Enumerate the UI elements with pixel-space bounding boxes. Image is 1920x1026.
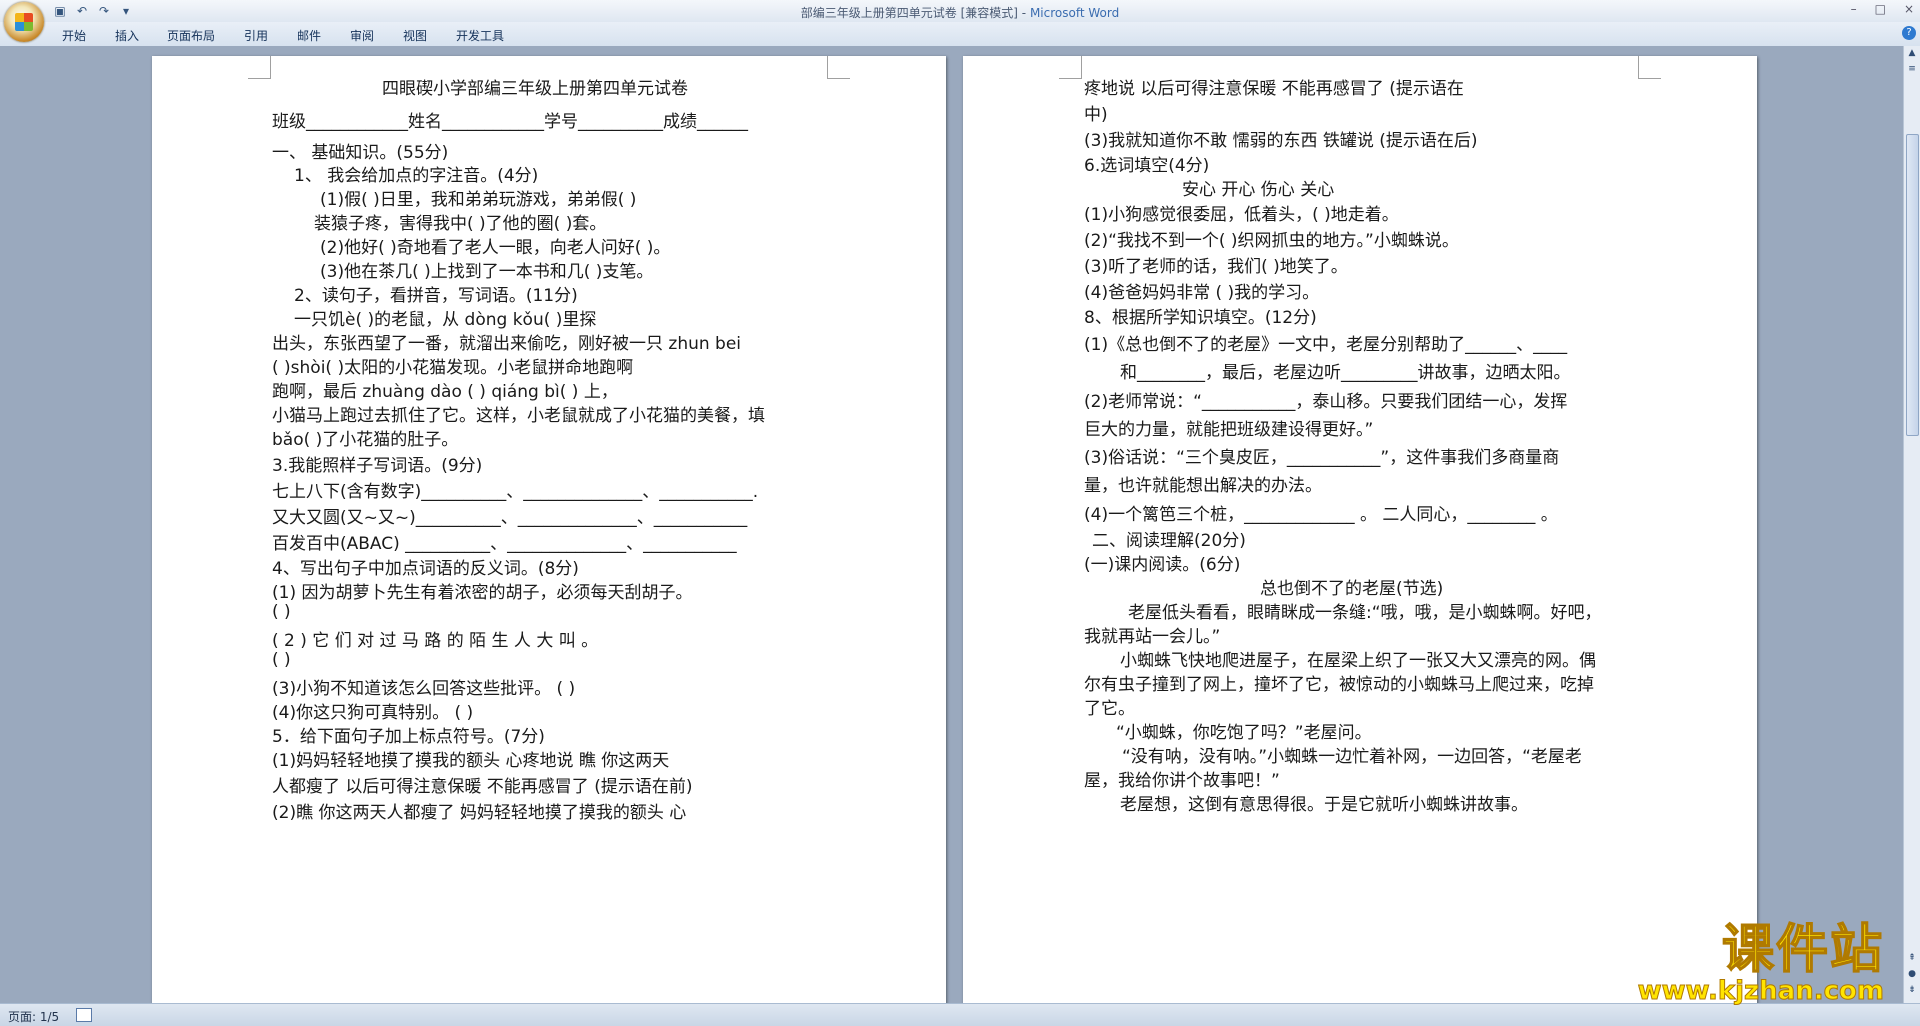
tab-references[interactable]: 引用 bbox=[244, 27, 268, 44]
crop-mark bbox=[827, 56, 850, 79]
tab-review[interactable]: 审阅 bbox=[350, 27, 374, 44]
text-line: (1)《总也倒不了的老屋》一文中，老屋分别帮助了______、____ bbox=[1084, 335, 1568, 355]
text-line: ( )shòi( )太阳的小花猫发现。小老鼠拼命地跑啊 bbox=[272, 358, 634, 378]
word-choices: 安心 开心 伤心 关心 bbox=[1182, 180, 1335, 200]
prev-page-icon[interactable]: ⇞ bbox=[1905, 951, 1919, 965]
tab-view[interactable]: 视图 bbox=[403, 27, 427, 44]
text-line: (1)小狗感觉很委屈，低着头，( )地走着。 bbox=[1084, 205, 1399, 225]
question-heading: 4、写出句子中加点词语的反义词。(8分) bbox=[272, 559, 579, 579]
text-line: (3)我就知道你不敢 懦弱的东西 铁罐说 (提示语在后) bbox=[1084, 131, 1478, 151]
question-heading: 2、读句子，看拼音，写词语。(11分) bbox=[294, 286, 578, 306]
text-line: 人都瘦了 以后可得注意保暖 不能再感冒了 (提示语在前) bbox=[272, 777, 693, 797]
passage-line: “小蜘蛛，你吃饱了吗？”老屋问。 bbox=[1116, 723, 1372, 743]
text-line: (3)他在茶几( )上找到了一本书和几( )支笔。 bbox=[320, 262, 654, 282]
crop-mark bbox=[1638, 56, 1661, 79]
text-line: 出头，东张西望了一番，就溜出来偷吃，刚好被一只 zhun bei bbox=[272, 334, 742, 354]
text-line: 班级____________姓名____________学号__________… bbox=[272, 112, 748, 132]
text-line: 中) bbox=[1084, 105, 1108, 125]
page-1: 四眼碶小学部编三年级上册第四单元试卷 班级____________姓名_____… bbox=[152, 56, 946, 1003]
text-line: 跑啊，最后 zhuàng dào ( ) qiáng bì( ) 上， bbox=[272, 382, 618, 402]
tab-developer[interactable]: 开发工具 bbox=[456, 27, 504, 44]
text-line: 七上八下(含有数字)__________、______________、____… bbox=[272, 482, 759, 502]
text-line: 小猫马上跑过去抓住了它。这样，小老鼠就成了小花猫的美餐，填 bbox=[272, 406, 765, 426]
text-line: (1)假( )日里，我和弟弟玩游戏，弟弟假( ) bbox=[320, 190, 637, 210]
passage-line: 老屋低头看看，眼睛眯成一条缝:“哦，哦，是小蜘蛛啊。好吧， bbox=[1128, 603, 1602, 623]
passage-line: 屋，我给你讲个故事吧！” bbox=[1084, 771, 1280, 791]
title-bar: ▣ ↶ ↷ ▾ 部编三年级上册第四单元试卷 [兼容模式] - Microsoft… bbox=[0, 0, 1920, 23]
ruler-toggle-icon[interactable]: ≡ bbox=[1905, 62, 1919, 76]
text-line: (3)听了老师的话，我们( )地笑了。 bbox=[1084, 257, 1348, 277]
document-area: 四眼碶小学部编三年级上册第四单元试卷 班级____________姓名_____… bbox=[0, 46, 1904, 1003]
page-indicator[interactable]: 页面: 1/5 bbox=[8, 1008, 59, 1025]
crop-mark bbox=[248, 56, 271, 79]
status-bar: 页面: 1/5 bbox=[0, 1003, 1920, 1026]
text-line: (4)爸爸妈妈非常 ( )我的学习。 bbox=[1084, 283, 1320, 303]
tab-insert[interactable]: 插入 bbox=[115, 27, 139, 44]
text-line: 和________，最后，老屋边听_________讲故事，边晒太阳。 bbox=[1120, 363, 1571, 383]
app-name: Microsoft Word bbox=[1029, 6, 1120, 20]
proofing-icon[interactable] bbox=[76, 1008, 92, 1022]
tab-mailings[interactable]: 邮件 bbox=[297, 27, 321, 44]
page-2: 疼地说 以后可得注意保暖 不能再感冒了 (提示语在 中) (3)我就知道你不敢 … bbox=[963, 56, 1757, 1003]
tab-home[interactable]: 开始 bbox=[62, 27, 86, 44]
watermark-text: 课件站 bbox=[1721, 920, 1884, 980]
section-heading: 一、 基础知识。(55分) bbox=[272, 143, 449, 163]
question-heading: 6.选词填空(4分) bbox=[1084, 156, 1210, 176]
text-line: 量，也许就能想出解决的办法。 bbox=[1084, 476, 1322, 496]
passage-line: 我就再站一会儿。” bbox=[1084, 627, 1221, 647]
tab-page-layout[interactable]: 页面布局 bbox=[167, 27, 215, 44]
text-line: (4)你这只狗可真特别。 ( ) bbox=[272, 703, 474, 723]
office-logo-icon bbox=[15, 13, 33, 31]
exam-title: 四眼碶小学部编三年级上册第四单元试卷 bbox=[382, 79, 688, 99]
text-line: 一只饥è( )的老鼠，从 dòng kǒu( )里探 bbox=[294, 310, 597, 330]
text-line: ( 2 ) 它 们 对 过 马 路 的 陌 生 人 大 叫 。 bbox=[272, 631, 599, 651]
text-line: (2)他好( )奇地看了老人一眼，向老人问好( )。 bbox=[320, 238, 671, 258]
text-line: (2)“我找不到一个( )织网抓虫的地方。”小蜘蛛说。 bbox=[1084, 231, 1459, 251]
subsection-heading: (一)课内阅读。(6分) bbox=[1084, 555, 1241, 575]
scroll-up-icon[interactable]: ▲ bbox=[1905, 46, 1919, 60]
text-line: (2)老师常说：“___________，泰山移。只要我们团结一心，发挥 bbox=[1084, 392, 1568, 412]
question-heading: 8、根据所学知识填空。(12分) bbox=[1084, 308, 1317, 328]
text-line: 百发百中(ABAC) __________、______________、___… bbox=[272, 534, 737, 554]
vertical-scrollbar[interactable]: ▲ ≡ ⇞ ● ⇟ bbox=[1903, 46, 1920, 1003]
question-heading: 3.我能照样子写词语。(9分) bbox=[272, 456, 483, 476]
maximize-button[interactable]: □ bbox=[1875, 2, 1886, 16]
question-heading: 1、 我会给加点的字注音。(4分) bbox=[294, 166, 539, 186]
passage-line: 小蜘蛛飞快地爬进屋子，在屋梁上织了一张又大又漂亮的网。偶 bbox=[1120, 651, 1596, 671]
passage-line: 了它。 bbox=[1084, 699, 1135, 719]
help-icon[interactable]: ? bbox=[1902, 26, 1916, 40]
section-heading: 二、阅读理解(20分) bbox=[1092, 531, 1246, 551]
text-line: (2)瞧 你这两天人都瘦了 妈妈轻轻地摸了摸我的额头 心 bbox=[272, 803, 687, 823]
close-button[interactable]: × bbox=[1904, 2, 1914, 16]
window-title: 部编三年级上册第四单元试卷 [兼容模式] - Microsoft Word bbox=[800, 6, 1120, 20]
watermark-url: www.kjzhan.com bbox=[1637, 976, 1884, 1006]
text-line: (1) 因为胡萝卜先生有着浓密的胡子，必须每天刮胡子。 bbox=[272, 583, 693, 603]
text-line: (3)俗话说：“三个臭皮匠，___________”，这件事我们多商量商 bbox=[1084, 448, 1560, 468]
text-line: ( ) bbox=[272, 650, 291, 670]
scroll-thumb[interactable] bbox=[1906, 134, 1919, 436]
passage-title: 总也倒不了的老屋(节选) bbox=[1260, 579, 1444, 599]
office-button[interactable] bbox=[4, 2, 44, 42]
text-line: bǎo( )了小花猫的肚子。 bbox=[272, 430, 459, 450]
minimize-button[interactable]: – bbox=[1851, 2, 1857, 16]
next-page-icon[interactable]: ⇟ bbox=[1905, 983, 1919, 997]
text-line: 装猿子疼，害得我中( )了他的圈( )套。 bbox=[314, 214, 607, 234]
text-line: (1)妈妈轻轻地摸了摸我的额头 心疼地说 瞧 你这两天 bbox=[272, 751, 670, 771]
crop-mark bbox=[1059, 56, 1082, 79]
passage-line: 老屋想，这倒有意思得很。于是它就听小蜘蛛讲故事。 bbox=[1120, 795, 1528, 815]
question-heading: 5．给下面句子加上标点符号。(7分) bbox=[272, 727, 545, 747]
text-line: ( ) bbox=[272, 602, 291, 622]
passage-line: 尔有虫子撞到了网上，撞坏了它，被惊动的小蜘蛛马上爬过来，吃掉 bbox=[1084, 675, 1594, 695]
text-line: (4)一个篱笆三个桩，_____________ 。 二人同心，________… bbox=[1084, 505, 1558, 525]
watermark-logo: 课件站 www.kjzhan.com bbox=[1637, 920, 1884, 1006]
browse-object-icon[interactable]: ● bbox=[1905, 967, 1919, 981]
text-line: 巨大的力量，就能把班级建设得更好。” bbox=[1084, 420, 1374, 440]
document-title: 部编三年级上册第四单元试卷 [兼容模式] bbox=[800, 6, 1018, 20]
window-controls: – □ × bbox=[1851, 2, 1914, 16]
text-line: (3)小狗不知道该怎么回答这些批评。 ( ) bbox=[272, 679, 576, 699]
text-line: 疼地说 以后可得注意保暖 不能再感冒了 (提示语在 bbox=[1084, 79, 1464, 99]
ribbon-tabs: 开始 插入 页面布局 引用 邮件 审阅 视图 开发工具 ? bbox=[0, 22, 1920, 47]
text-line: 又大又圆(又~又~)__________、______________、____… bbox=[272, 508, 748, 528]
passage-line: “没有呐，没有呐。”小蜘蛛一边忙着补网，一边回答，“老屋老 bbox=[1122, 747, 1582, 767]
